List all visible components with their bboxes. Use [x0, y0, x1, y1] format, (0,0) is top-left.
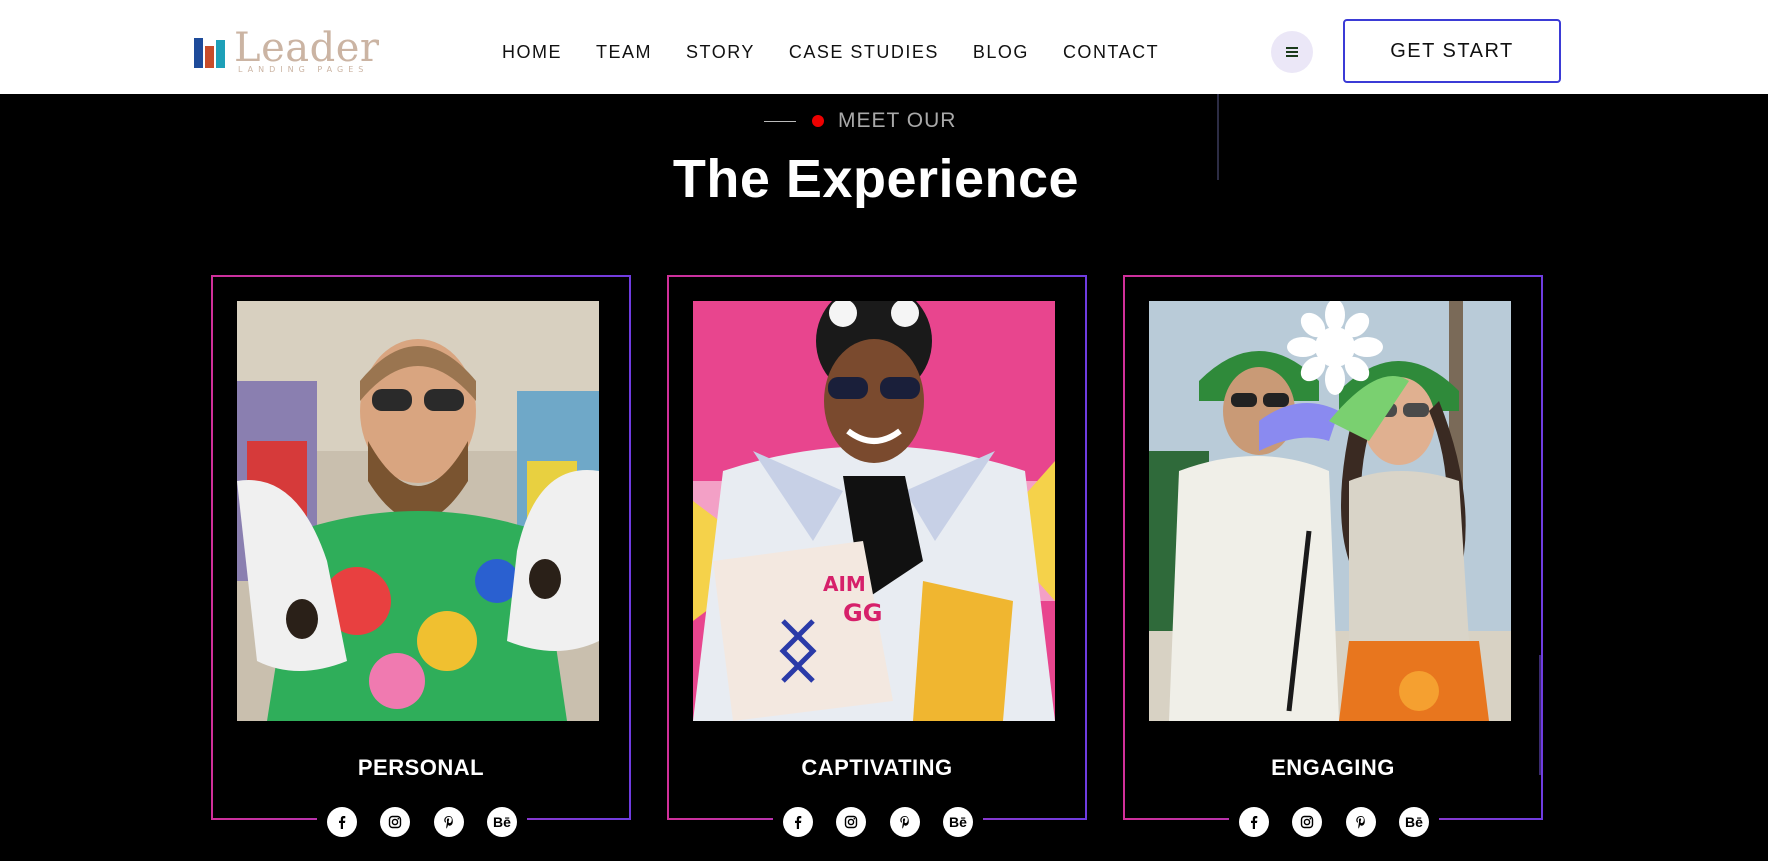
social-links: Bē [317, 804, 527, 840]
nav-home[interactable]: HOME [502, 41, 562, 63]
behance-icon[interactable]: Bē [1398, 807, 1429, 837]
menu-button[interactable] [1271, 31, 1313, 73]
team-card-captivating[interactable]: AIM GG CAPTIVATING Bē [667, 275, 1087, 840]
card-label: CAPTIVATING [801, 755, 953, 780]
card-photo: AIM GG [693, 301, 1055, 721]
team-card-engaging[interactable]: ENGAGING Bē [1123, 275, 1543, 840]
card-label: ENGAGING [1271, 755, 1395, 780]
nav-team[interactable]: TEAM [596, 41, 652, 63]
eyebrow-dot [812, 115, 824, 127]
facebook-icon[interactable] [327, 807, 357, 837]
get-start-button[interactable]: GET START [1343, 19, 1561, 83]
brand-logo[interactable]: Leader LANDING PAGES [194, 25, 380, 74]
main-nav: HOME TEAM STORY CASE STUDIES BLOG CONTAC… [502, 41, 1193, 63]
pinterest-icon[interactable] [889, 807, 920, 837]
brand-name: Leader [234, 25, 380, 71]
nav-case-studies[interactable]: CASE STUDIES [789, 41, 939, 63]
section-eyebrow: MEET OUR [764, 108, 956, 134]
card-photo [1149, 301, 1511, 721]
svg-text:GG: GG [843, 599, 882, 627]
logo-bars-icon [194, 32, 230, 72]
social-links: Bē [773, 804, 983, 840]
site-header: Leader LANDING PAGES HOME TEAM STORY CAS… [0, 0, 1768, 94]
instagram-icon[interactable] [836, 807, 867, 837]
eyebrow-line [764, 120, 796, 122]
instagram-icon[interactable] [1292, 807, 1323, 837]
pinterest-icon[interactable] [1345, 807, 1376, 837]
facebook-icon[interactable] [783, 807, 813, 837]
eyebrow-text: MEET OUR [838, 109, 957, 132]
hamburger-icon [1286, 47, 1298, 57]
behance-icon[interactable]: Bē [942, 807, 973, 837]
instagram-icon[interactable] [380, 807, 411, 837]
svg-text:AIM: AIM [823, 572, 866, 596]
nav-contact[interactable]: CONTACT [1063, 41, 1159, 63]
facebook-icon[interactable] [1239, 807, 1269, 837]
pinterest-icon[interactable] [433, 807, 464, 837]
card-photo [237, 301, 599, 721]
nav-story[interactable]: STORY [686, 41, 755, 63]
team-card-personal[interactable]: PERSONAL Bē [211, 275, 631, 840]
section-title: The Experience [672, 149, 1080, 209]
card-label: PERSONAL [357, 755, 485, 780]
nav-blog[interactable]: BLOG [973, 41, 1029, 63]
brand-tagline: LANDING PAGES [238, 65, 369, 74]
behance-icon[interactable]: Bē [486, 807, 517, 837]
social-links: Bē [1229, 804, 1439, 840]
